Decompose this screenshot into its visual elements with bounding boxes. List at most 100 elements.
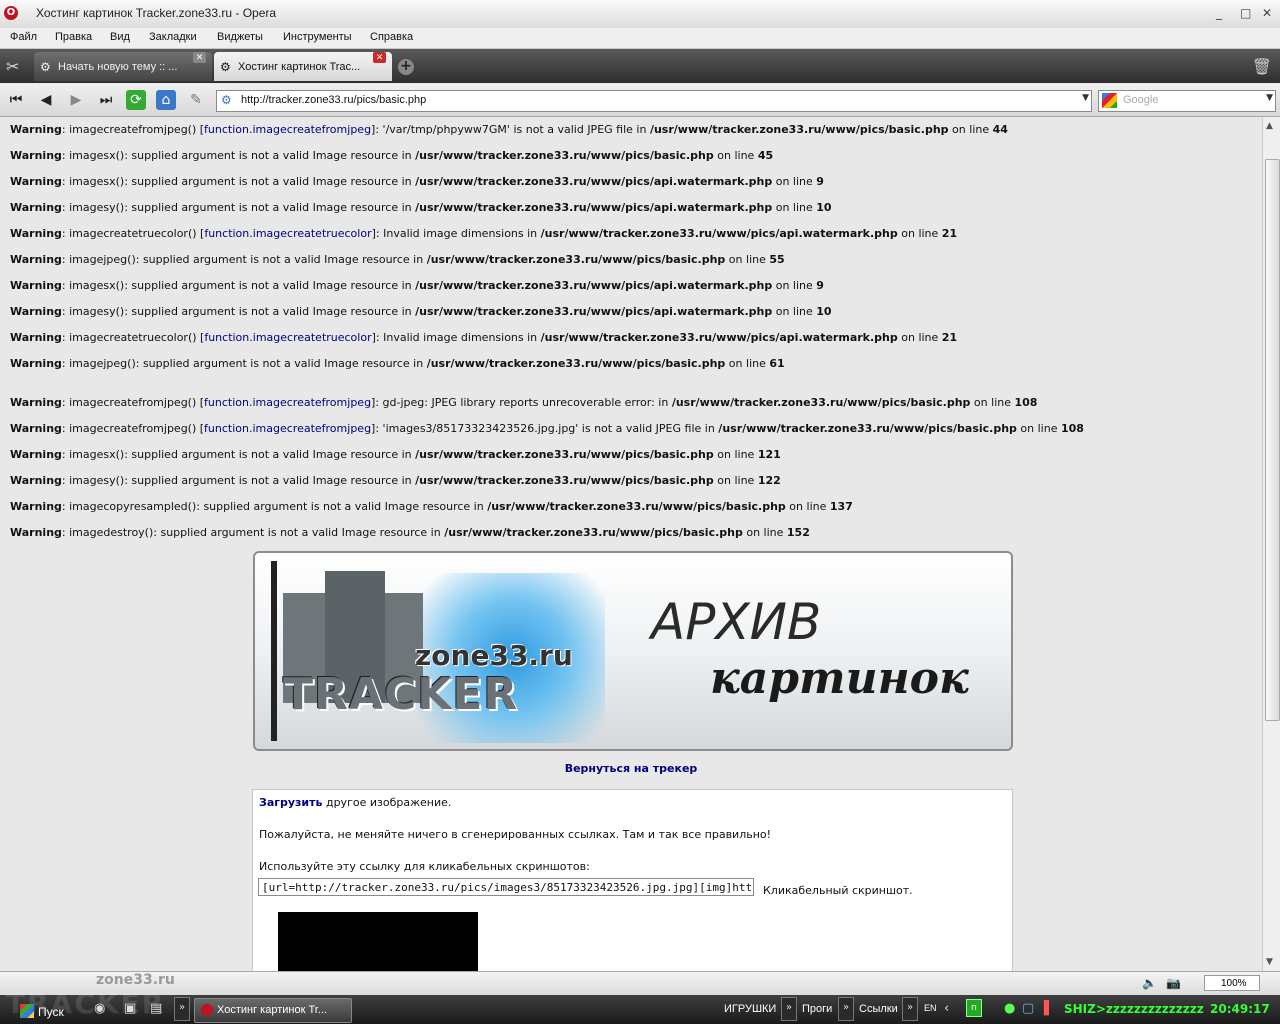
warning-line: Warning: imagecreatefromjpeg() [function… (10, 396, 1037, 409)
chevron-down-icon[interactable]: ▼ (1266, 93, 1273, 103)
warning-line: Warning: imagesx(): supplied argument is… (10, 448, 781, 461)
toolbar-chevron-icon[interactable]: » (902, 997, 918, 1021)
warning-line-number: 10 (816, 305, 832, 318)
scroll-up-icon[interactable]: ▲ (1266, 121, 1273, 131)
back-icon[interactable]: ◀ (36, 90, 56, 110)
warning-message: : imagesx(): supplied argument is not a … (61, 448, 416, 461)
taskbar-task-opera[interactable]: Хостинг картинок Tr... (194, 998, 352, 1023)
vertical-scrollbar[interactable]: ▲ ▼ (1262, 117, 1280, 971)
search-field[interactable]: Google ▼ (1098, 90, 1276, 112)
quicklaunch-chevron-icon[interactable]: » (174, 997, 190, 1021)
warning-line-number: 121 (757, 448, 781, 461)
menu-tools[interactable]: Инструменты (283, 31, 352, 43)
opera-logo-icon[interactable]: O (4, 6, 18, 20)
maximize-button[interactable]: □ (1240, 6, 1251, 20)
home-icon[interactable]: ⌂ (156, 90, 176, 110)
quicklaunch-app-icon[interactable]: ▤ (150, 1001, 162, 1016)
speaker-icon[interactable]: 🔈 (1142, 976, 1157, 990)
warning-line-number: 9 (816, 175, 824, 188)
wand-icon[interactable]: ✎ (186, 90, 206, 110)
tray-arrow-icon[interactable]: ‹ (944, 1001, 949, 1016)
address-field[interactable]: ⚙ http://tracker.zone33.ru/pics/basic.ph… (216, 90, 1092, 112)
language-indicator[interactable]: EN (924, 1003, 937, 1013)
menu-bookmarks[interactable]: Закладки (149, 31, 197, 43)
site-banner[interactable]: zone33.ru TRACKER АРХИВ картинок (253, 551, 1013, 751)
upload-link[interactable]: Загрузить (259, 796, 322, 809)
toolbar-games[interactable]: ИГРУШКИ (724, 1003, 776, 1015)
warning-function-link[interactable]: function.imagecreatefromjpeg (204, 422, 371, 435)
warning-label: Warning (10, 305, 62, 318)
quicklaunch-app-icon[interactable]: ▣ (124, 1001, 136, 1016)
warning-message: on line (772, 279, 817, 292)
menu-view[interactable]: Вид (110, 31, 130, 43)
warning-message: : imagesx(): supplied argument is not a … (61, 149, 416, 162)
close-button[interactable]: ✕ (1262, 6, 1272, 20)
warning-message: on line (772, 305, 817, 318)
warning-line: Warning: imagesy(): supplied argument is… (10, 201, 832, 214)
scrollbar-thumb[interactable] (1265, 159, 1280, 721)
toolbar-chevron-icon[interactable]: » (838, 997, 854, 1021)
rewind-icon[interactable]: ⏮ (6, 90, 26, 110)
scroll-down-icon[interactable]: ▼ (1266, 957, 1273, 967)
search-placeholder: Google (1123, 94, 1159, 106)
minimize-button[interactable]: _ (1216, 6, 1222, 20)
tray-chart-icon[interactable]: ▌ (1044, 1001, 1054, 1016)
menu-file[interactable]: Файл (10, 31, 37, 43)
menu-edit[interactable]: Правка (55, 31, 92, 43)
screenshot-thumbnail[interactable] (278, 912, 478, 971)
warning-line-number: 137 (829, 500, 853, 513)
tray-status-icon[interactable]: ● (1004, 1001, 1015, 1016)
tray-monitor-icon[interactable]: ▢ (1022, 1001, 1034, 1016)
warning-line-number: 44 (992, 123, 1008, 136)
tray-app-icon[interactable]: п (966, 999, 982, 1017)
warning-message: : imagesx(): supplied argument is not a … (61, 279, 416, 292)
warning-line: Warning: imagecreatetruecolor() [functio… (10, 227, 957, 240)
warning-line: Warning: imagesx(): supplied argument is… (10, 279, 824, 292)
reload-icon[interactable]: ⟳ (126, 90, 146, 110)
warning-message: on line (897, 227, 942, 240)
warning-file-path: /usr/www/tracker.zone33.ru/www/pics/api.… (415, 175, 773, 188)
tab-favicon-icon: ⚙ (40, 60, 51, 74)
menu-help[interactable]: Справка (370, 31, 413, 43)
warning-function-link[interactable]: function.imagecreatefromjpeg (204, 396, 371, 409)
warning-message: ]: '/var/tmp/phpyww7GM' is not a valid J… (371, 123, 650, 136)
fast-forward-icon[interactable]: ⏭ (96, 90, 116, 110)
camera-icon[interactable]: 📷 (1166, 976, 1181, 990)
warning-function-link[interactable]: function.imagecreatetruecolor (204, 331, 371, 344)
chevron-down-icon[interactable]: ▼ (1082, 93, 1089, 103)
warning-message: ]: Invalid image dimensions in (371, 227, 541, 240)
trash-icon[interactable]: 🗑 (1252, 57, 1272, 76)
warning-line-number: 152 (786, 526, 810, 539)
toolbar-programs[interactable]: Проги (802, 1003, 832, 1015)
warning-label: Warning (10, 474, 62, 487)
zoom-select[interactable]: 100% (1204, 975, 1260, 991)
tab-close-icon[interactable]: ✕ (193, 52, 206, 63)
forward-icon[interactable]: ▶ (66, 90, 86, 110)
tab-image-hosting[interactable]: ⚙ Хостинг картинок Trac... ✕ (214, 52, 392, 81)
warning-message: on line (713, 149, 758, 162)
toolbar-chevron-icon[interactable]: » (781, 997, 797, 1021)
tab-favicon-icon: ⚙ (220, 60, 231, 74)
back-to-tracker-link[interactable]: Вернуться на трекер (253, 762, 1009, 775)
quicklaunch-opera-icon[interactable]: ◉ (94, 1001, 105, 1016)
new-tab-button[interactable]: + (398, 59, 414, 75)
panel-toggle-icon[interactable]: ✂ (6, 57, 19, 76)
toolbar-links[interactable]: Ссылки (859, 1003, 898, 1015)
warning-line-number: 122 (757, 474, 781, 487)
warning-file-path: /usr/www/tracker.zone33.ru/www/pics/basi… (415, 149, 714, 162)
warning-file-path: /usr/www/tracker.zone33.ru/www/pics/api.… (415, 279, 773, 292)
warning-function-link[interactable]: function.imagecreatetruecolor (204, 227, 371, 240)
warning-label: Warning (10, 396, 62, 409)
warning-function-link[interactable]: function.imagecreatefromjpeg (204, 123, 371, 136)
warning-message: : imagedestroy(): supplied argument is n… (61, 526, 445, 539)
tab-new-topic[interactable]: ⚙ Начать новую тему :: ... ✕ (34, 52, 212, 81)
tab-close-icon[interactable]: ✕ (373, 52, 386, 63)
start-button[interactable]: Пуск (4, 998, 68, 1021)
tab-label: Начать новую тему :: ... (58, 61, 178, 73)
warning-label: Warning (10, 448, 62, 461)
bbcode-input[interactable]: [url=http://tracker.zone33.ru/pics/image… (258, 878, 754, 896)
menu-widgets[interactable]: Виджеты (217, 31, 263, 43)
warning-message: : imagesy(): supplied argument is not a … (61, 305, 416, 318)
warning-file-path: /usr/www/tracker.zone33.ru/www/pics/basi… (426, 357, 726, 370)
warning-file-path: /usr/www/tracker.zone33.ru/www/pics/basi… (671, 396, 971, 409)
